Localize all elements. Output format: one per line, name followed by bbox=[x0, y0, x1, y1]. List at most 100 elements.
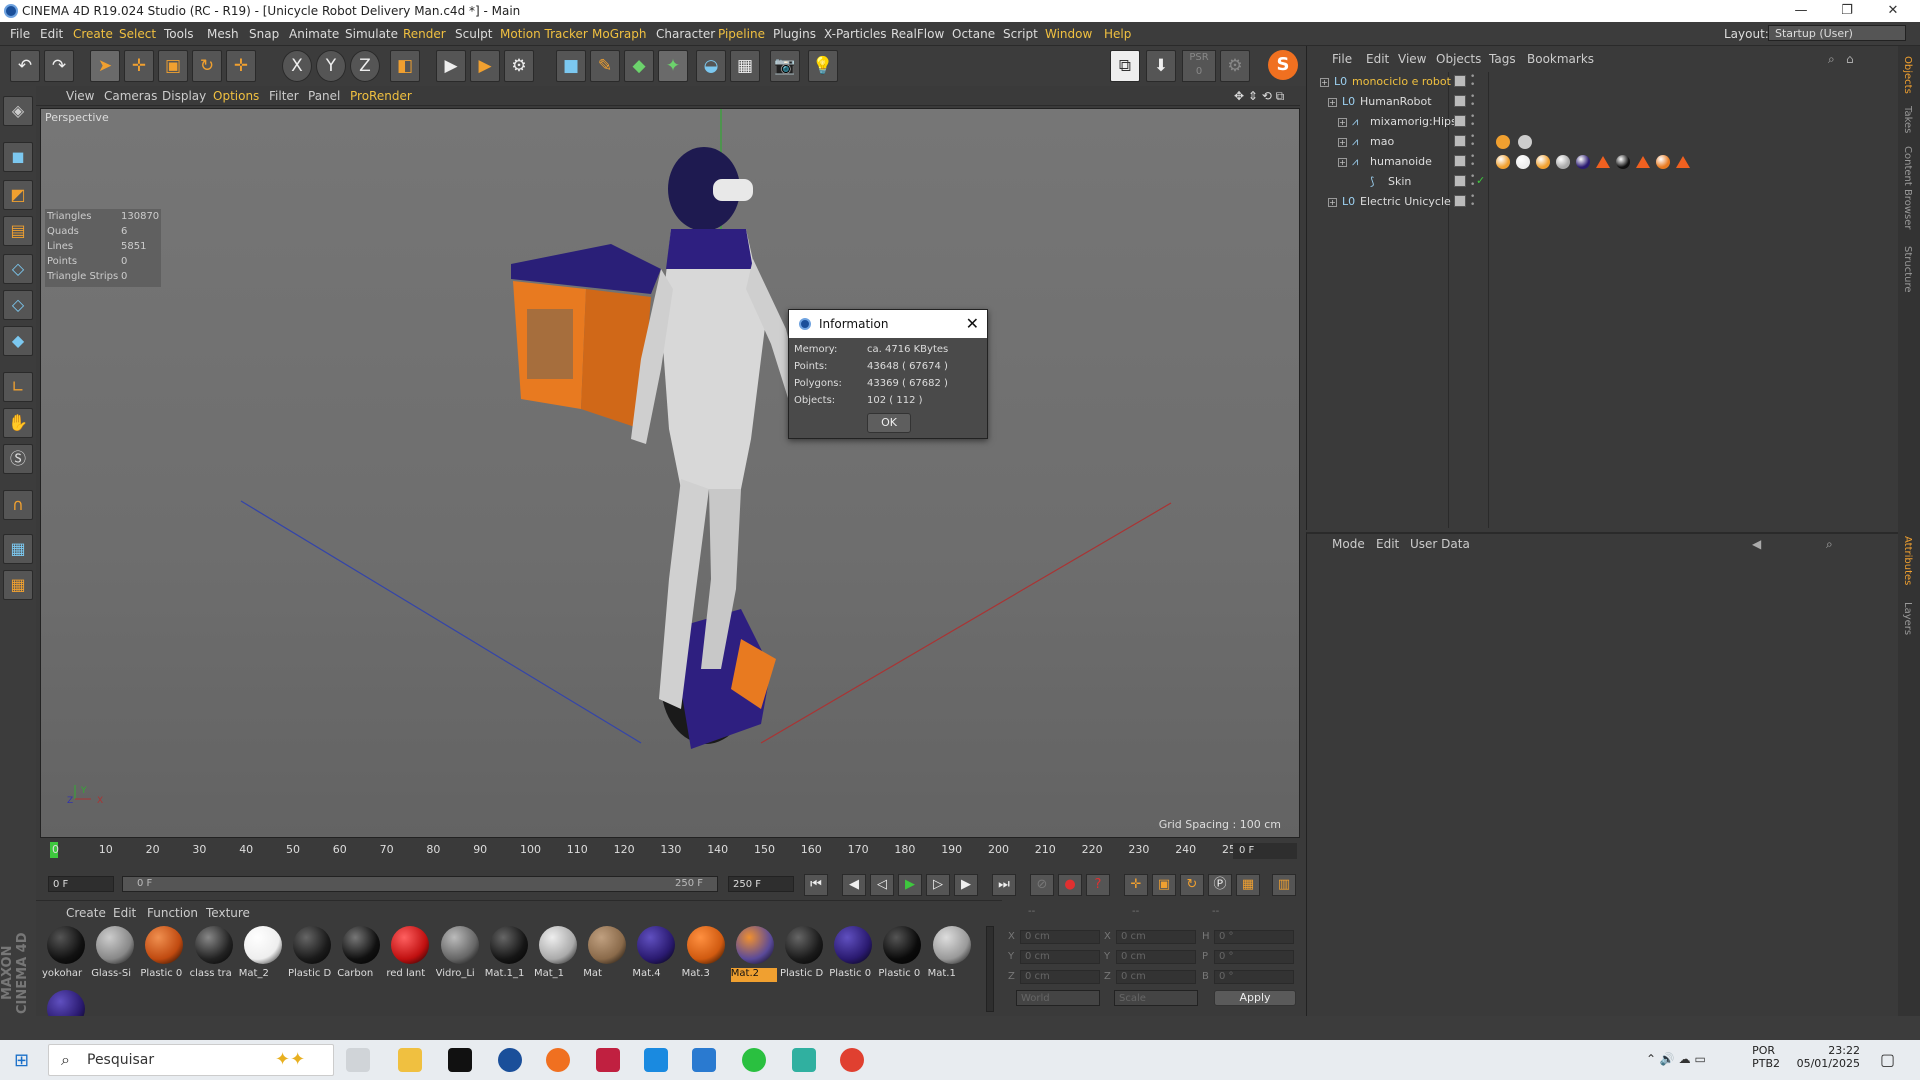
layer-color-icon[interactable] bbox=[1454, 95, 1466, 107]
material-swatch[interactable]: Plastic D bbox=[780, 926, 826, 984]
settings-gear-icon[interactable]: ⚙ bbox=[1220, 50, 1250, 82]
visibility-dots-icon[interactable]: • • bbox=[1470, 173, 1475, 190]
light-button[interactable]: 💡 bbox=[808, 50, 838, 82]
expand-toggle[interactable]: + bbox=[1320, 78, 1329, 87]
texture-mode-button[interactable]: ◩ bbox=[3, 180, 33, 210]
redo-button[interactable]: ↷ bbox=[44, 50, 74, 82]
menu-x-particles[interactable]: X-Particles bbox=[824, 27, 887, 41]
viewport-menu-filter[interactable]: Filter bbox=[269, 89, 299, 103]
lock-workplane-button[interactable]: ▦ bbox=[3, 534, 33, 564]
keyframe-selection-button[interactable]: ⊘ bbox=[1030, 874, 1054, 896]
menu-simulate[interactable]: Simulate bbox=[345, 27, 398, 41]
warning-tag-icon[interactable] bbox=[1596, 156, 1610, 168]
expand-toggle[interactable]: + bbox=[1328, 198, 1337, 207]
blender-icon[interactable] bbox=[546, 1048, 570, 1072]
mograph-cloner-button[interactable]: ✦ bbox=[658, 50, 688, 82]
taskbar-clock[interactable]: 23:22 05/01/2025 bbox=[1797, 1044, 1860, 1070]
material-swatch[interactable]: red lant bbox=[386, 926, 433, 984]
coord-value-field[interactable]: 0 cm bbox=[1020, 930, 1100, 944]
attribute-search-icon[interactable]: ⌕ bbox=[1826, 537, 1833, 552]
go-to-end-button[interactable]: ⏭ bbox=[992, 874, 1016, 896]
object-row[interactable]: ⟆ Skin • • ✓ bbox=[1310, 173, 1894, 192]
viewport-menu-display[interactable]: Display bbox=[162, 89, 206, 103]
menu-snap[interactable]: Snap bbox=[249, 27, 279, 41]
cinema4d-taskbar-icon[interactable] bbox=[498, 1048, 522, 1072]
attribute-menu-edit[interactable]: Edit bbox=[1376, 537, 1399, 551]
model-mode-button[interactable]: ◼ bbox=[3, 142, 33, 172]
material-tag-icon[interactable] bbox=[1616, 155, 1630, 169]
material-tag-icon[interactable] bbox=[1516, 155, 1530, 169]
layer-color-icon[interactable] bbox=[1454, 175, 1466, 187]
notification-icon[interactable]: ▢ bbox=[1880, 1050, 1895, 1069]
axis-mode-button[interactable]: ∟ bbox=[3, 372, 33, 402]
edges-mode-button[interactable]: ◇ bbox=[3, 290, 33, 320]
points-mode-button[interactable]: ◇ bbox=[3, 254, 33, 284]
material-swatch[interactable]: class tra bbox=[189, 926, 236, 984]
material-swatch[interactable]: Mat_2 bbox=[238, 926, 285, 984]
menu-select[interactable]: Select bbox=[119, 27, 156, 41]
y-axis-button[interactable]: Y bbox=[316, 50, 346, 82]
tweak-mode-button[interactable]: ✋ bbox=[3, 408, 33, 438]
planar-workplane-button[interactable]: ▦ bbox=[3, 570, 33, 600]
visibility-dots-icon[interactable]: • • bbox=[1470, 113, 1475, 130]
floor-button[interactable]: ▦ bbox=[730, 50, 760, 82]
object-home-icon[interactable]: ⌂ bbox=[1846, 52, 1854, 66]
key-position-button[interactable]: ✛ bbox=[1124, 874, 1148, 896]
object-menu-objects[interactable]: Objects bbox=[1436, 52, 1481, 66]
viewport-menu-options[interactable]: Options bbox=[213, 89, 259, 103]
z-axis-button[interactable]: Z bbox=[350, 50, 380, 82]
visibility-dots-icon[interactable]: • • bbox=[1470, 73, 1475, 90]
visibility-dots-icon[interactable]: • • bbox=[1470, 93, 1475, 110]
x-app-icon[interactable] bbox=[448, 1048, 472, 1072]
render-settings-button[interactable]: ⚙ bbox=[504, 50, 534, 82]
minimize-button[interactable]: — bbox=[1778, 0, 1824, 22]
viewport-menu-panel[interactable]: Panel bbox=[308, 89, 340, 103]
material-swatch[interactable]: yokohar bbox=[42, 926, 88, 984]
material-swatch[interactable]: Mat bbox=[583, 926, 630, 984]
play-button[interactable]: ▶ bbox=[898, 874, 922, 896]
key-pla-button[interactable]: ▦ bbox=[1236, 874, 1260, 896]
timeline-window-button[interactable]: ▥ bbox=[1272, 874, 1296, 896]
menu-create[interactable]: Create bbox=[73, 27, 113, 41]
object-menu-tags[interactable]: Tags bbox=[1489, 52, 1516, 66]
windows-start-icon[interactable]: ⊞ bbox=[14, 1050, 29, 1071]
polygons-mode-button[interactable]: ◆ bbox=[3, 326, 33, 356]
workplane-button[interactable]: ▤ bbox=[3, 216, 33, 246]
close-button[interactable]: ✕ bbox=[1870, 0, 1916, 22]
camera-button[interactable]: 📷 bbox=[770, 50, 800, 82]
enabled-check-icon[interactable]: ✓ bbox=[1476, 174, 1485, 187]
object-menu-view[interactable]: View bbox=[1398, 52, 1426, 66]
app-heart-icon[interactable] bbox=[596, 1048, 620, 1072]
material-tag-icon[interactable] bbox=[1496, 155, 1510, 169]
material-swatch[interactable]: Glass-Si bbox=[91, 926, 138, 984]
object-menu-bookmarks[interactable]: Bookmarks bbox=[1527, 52, 1594, 66]
chrome-icon[interactable] bbox=[840, 1048, 864, 1072]
material-swatch[interactable]: Plastic D bbox=[288, 926, 334, 984]
coord-mode-dropdown[interactable]: Scale bbox=[1114, 990, 1198, 1006]
material-menu-texture[interactable]: Texture bbox=[206, 906, 250, 920]
restore-button[interactable]: ❐ bbox=[1824, 0, 1870, 22]
system-tray-icons[interactable]: ⌃ 🔊 ☁ ▭ bbox=[1646, 1052, 1706, 1066]
viewport-menu-cameras[interactable]: Cameras bbox=[104, 89, 157, 103]
coord-space-dropdown[interactable]: World bbox=[1016, 990, 1100, 1006]
material-menu-edit[interactable]: Edit bbox=[113, 906, 136, 920]
coord-value-field[interactable]: 0 ° bbox=[1214, 970, 1294, 984]
task-view-icon[interactable] bbox=[346, 1048, 370, 1072]
menu-help[interactable]: Help bbox=[1104, 27, 1131, 41]
app-arrow-icon[interactable] bbox=[792, 1048, 816, 1072]
menu-pipeline[interactable]: Pipeline bbox=[718, 27, 765, 41]
tab-layers[interactable]: Layers bbox=[1902, 602, 1913, 635]
tab-content-browser[interactable]: Content Browser bbox=[1902, 146, 1913, 229]
select-tool-button[interactable]: ➤ bbox=[90, 50, 120, 82]
object-row[interactable]: + ⩘ mao • • bbox=[1310, 133, 1894, 152]
time-range-slider[interactable]: 0 F 250 F bbox=[122, 876, 718, 892]
deformer-button[interactable]: ◒ bbox=[696, 50, 726, 82]
material-tag-icon[interactable] bbox=[1536, 155, 1550, 169]
coord-value-field[interactable]: 0 cm bbox=[1020, 970, 1100, 984]
tab-takes[interactable]: Takes bbox=[1902, 106, 1913, 133]
undo-button[interactable]: ↶ bbox=[10, 50, 40, 82]
object-row[interactable]: + ⩘ mixamorig:Hips • • bbox=[1310, 113, 1894, 132]
menu-plugins[interactable]: Plugins bbox=[773, 27, 816, 41]
x-axis-button[interactable]: X bbox=[282, 50, 312, 82]
layer-color-icon[interactable] bbox=[1454, 75, 1466, 87]
